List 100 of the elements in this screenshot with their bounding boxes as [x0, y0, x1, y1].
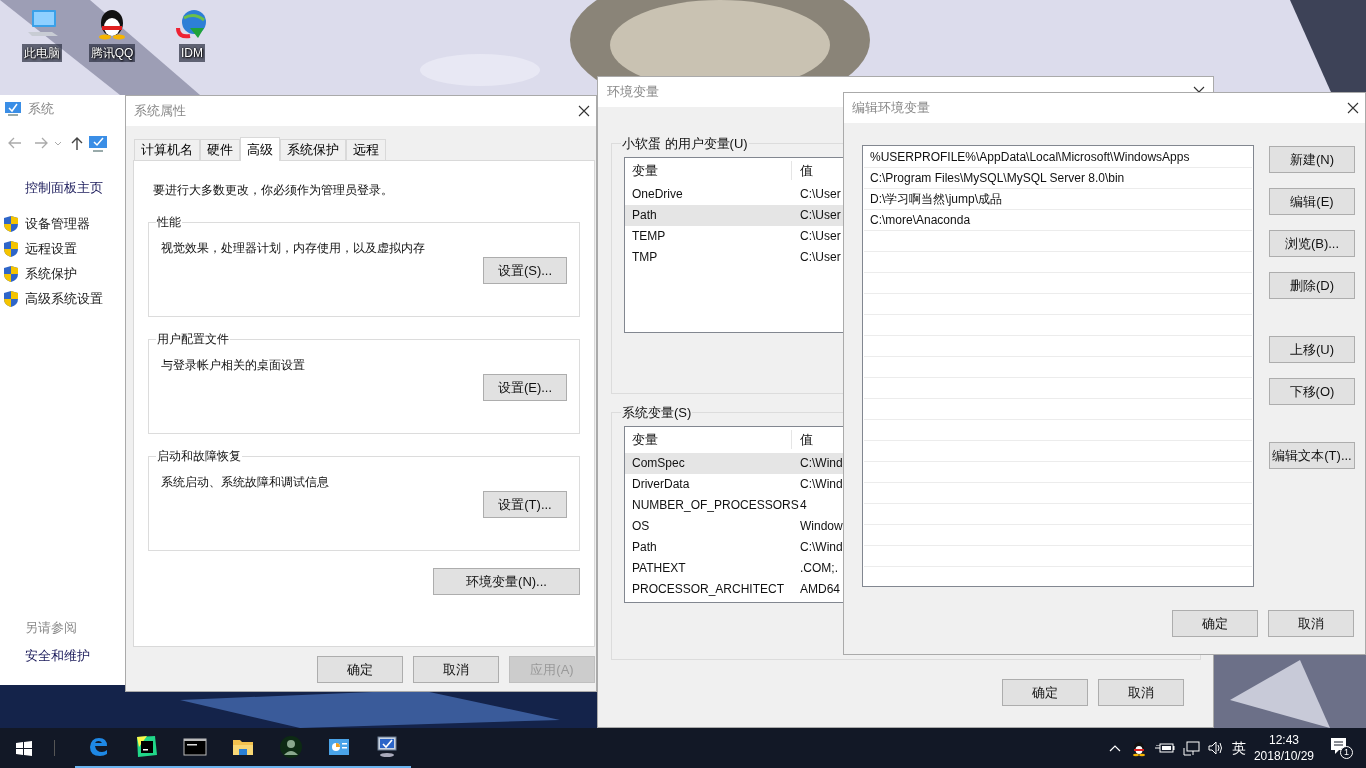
group-description: 系统启动、系统故障和调试信息: [161, 474, 330, 491]
variable-name: DriverData: [631, 476, 691, 493]
terminal-icon: [183, 735, 207, 759]
variable-value: C:\User: [800, 228, 841, 245]
group-description: 与登录帐户相关的桌面设置: [161, 357, 306, 374]
windows-start-icon[interactable]: [16, 740, 32, 756]
variable-value: 4: [800, 497, 807, 514]
variable-value: C:\User: [800, 186, 841, 203]
dialog-button[interactable]: 下移(O): [1269, 378, 1355, 405]
task-link[interactable]: 设备管理器: [25, 213, 90, 234]
battery-icon[interactable]: [1154, 741, 1175, 755]
window-title: 环境变量: [607, 83, 659, 102]
window-title: 系统属性: [134, 102, 186, 121]
task-link[interactable]: 系统保护: [25, 263, 77, 284]
desktop-icon-label[interactable]: 此电脑: [22, 44, 62, 62]
variable-name: NUMBER_OF_PROCESSORS: [631, 497, 800, 514]
variable-name: PATHEXT: [631, 560, 687, 577]
variable-name: TMP: [631, 249, 659, 266]
variable-value: AMD64: [800, 581, 840, 598]
see-also-link[interactable]: 安全和维护: [25, 645, 125, 665]
column-header[interactable]: 值: [792, 160, 813, 181]
column-header[interactable]: 变量: [625, 160, 792, 181]
dialog-button[interactable]: 编辑(E): [1269, 188, 1355, 215]
variable-name: Path: [631, 539, 658, 556]
tab[interactable]: 硬件: [200, 139, 240, 160]
network-icon[interactable]: [1182, 740, 1200, 756]
ide-icon: [135, 735, 159, 759]
dialog-button[interactable]: 编辑文本(T)...: [1269, 442, 1355, 469]
path-entry[interactable]: D:\学习啊当然\jump\成品: [870, 190, 1002, 208]
dialog-button[interactable]: 取消: [1098, 679, 1184, 706]
up-arrow-icon[interactable]: [70, 135, 84, 151]
variable-name: Path: [631, 207, 658, 224]
variable-value: C:\Wind: [800, 539, 843, 556]
column-header[interactable]: 值: [792, 429, 813, 450]
dialog-button[interactable]: 确定: [1002, 679, 1088, 706]
dialog-button[interactable]: 浏览(B)...: [1269, 230, 1355, 257]
variable-name: OneDrive: [631, 186, 684, 203]
dialog-button[interactable]: 确定: [317, 656, 403, 683]
path-entry[interactable]: %USERPROFILE%\AppData\Local\Microsoft\WindowsApps: [870, 148, 1190, 166]
dialog-button[interactable]: 确定: [1172, 610, 1258, 637]
settings-button[interactable]: 设置(S)...: [483, 257, 567, 284]
environment-variables-button[interactable]: 环境变量(N)...: [433, 568, 580, 595]
clock-date[interactable]: 2018/10/29: [1253, 748, 1314, 764]
group-title: 用户配置文件: [156, 331, 230, 348]
computer-icon: [375, 735, 399, 759]
tab[interactable]: 系统保护: [280, 139, 346, 160]
window-title: 编辑环境变量: [852, 99, 930, 118]
variable-value: C:\User: [800, 249, 841, 266]
input-method-indicator[interactable]: 英: [1231, 737, 1246, 759]
chevron-up-icon[interactable]: [1108, 743, 1121, 753]
group-title: 系统变量(S): [621, 404, 693, 422]
group-title: 性能: [156, 214, 182, 231]
variable-value: Window: [800, 518, 843, 535]
variable-value: C:\Wind: [800, 455, 843, 472]
dialog-button[interactable]: 取消: [1268, 610, 1354, 637]
window-title: 系统: [28, 100, 54, 119]
group-title: 启动和故障恢复: [156, 448, 242, 465]
desktop-icon-label[interactable]: IDM: [179, 44, 205, 62]
avatar-icon: [279, 735, 303, 759]
list-row[interactable]: Path C:\User: [625, 204, 845, 226]
shield-icon: [3, 239, 19, 258]
notification-badge: 1: [1340, 746, 1353, 759]
tab[interactable]: 远程: [346, 139, 386, 160]
path-entry[interactable]: C:\Program Files\MySQL\MySQL Server 8.0\bin: [870, 169, 1125, 187]
computer-icon: [4, 101, 22, 117]
computer-icon: [88, 133, 108, 153]
variable-name: ComSpec: [631, 455, 686, 472]
control-panel-home-link[interactable]: 控制面板主页: [25, 178, 125, 198]
path-entry[interactable]: C:\more\Anaconda: [870, 211, 971, 229]
shield-icon: [3, 264, 19, 283]
shield-icon: [3, 214, 19, 233]
column-header[interactable]: 变量: [625, 429, 792, 450]
list-row[interactable]: ComSpec C:\Wind: [625, 452, 845, 474]
group-title: 小软蛋 的用户变量(U): [621, 135, 749, 153]
shield-icon: [3, 289, 19, 308]
tab[interactable]: 高级: [240, 137, 280, 161]
dialog-button[interactable]: 上移(U): [1269, 336, 1355, 363]
task-link[interactable]: 高级系统设置: [25, 288, 103, 309]
desktop-icon-label[interactable]: 腾讯QQ: [88, 44, 136, 62]
settings-button[interactable]: 设置(T)...: [483, 491, 567, 518]
group-description: 视觉效果，处理器计划，内存使用，以及虚拟内存: [161, 240, 426, 257]
close-icon[interactable]: [1347, 102, 1359, 114]
dialog-button[interactable]: 删除(D): [1269, 272, 1355, 299]
close-icon[interactable]: [578, 105, 590, 117]
settings-button[interactable]: 设置(E)...: [483, 374, 567, 401]
clock-time[interactable]: 12:43: [1268, 732, 1299, 748]
dialog-button[interactable]: 取消: [413, 656, 499, 683]
variable-value: C:\User: [800, 207, 841, 224]
variable-name: TEMP: [631, 228, 667, 245]
variable-name: PROCESSOR_ARCHITECT: [631, 581, 786, 598]
dialog-button[interactable]: 新建(N): [1269, 146, 1355, 173]
tab[interactable]: 计算机名: [134, 139, 200, 160]
task-link[interactable]: 远程设置: [25, 238, 77, 259]
notice-text: 要进行大多数更改，你必须作为管理员登录。: [153, 182, 394, 199]
variable-name: OS: [631, 518, 651, 535]
penguin-icon[interactable]: [1130, 739, 1147, 757]
variable-value: .COM;.: [800, 560, 838, 577]
variable-value: C:\Wind: [800, 476, 843, 493]
volume-icon[interactable]: [1207, 741, 1224, 755]
see-also-heading: 另请参阅: [25, 619, 78, 637]
